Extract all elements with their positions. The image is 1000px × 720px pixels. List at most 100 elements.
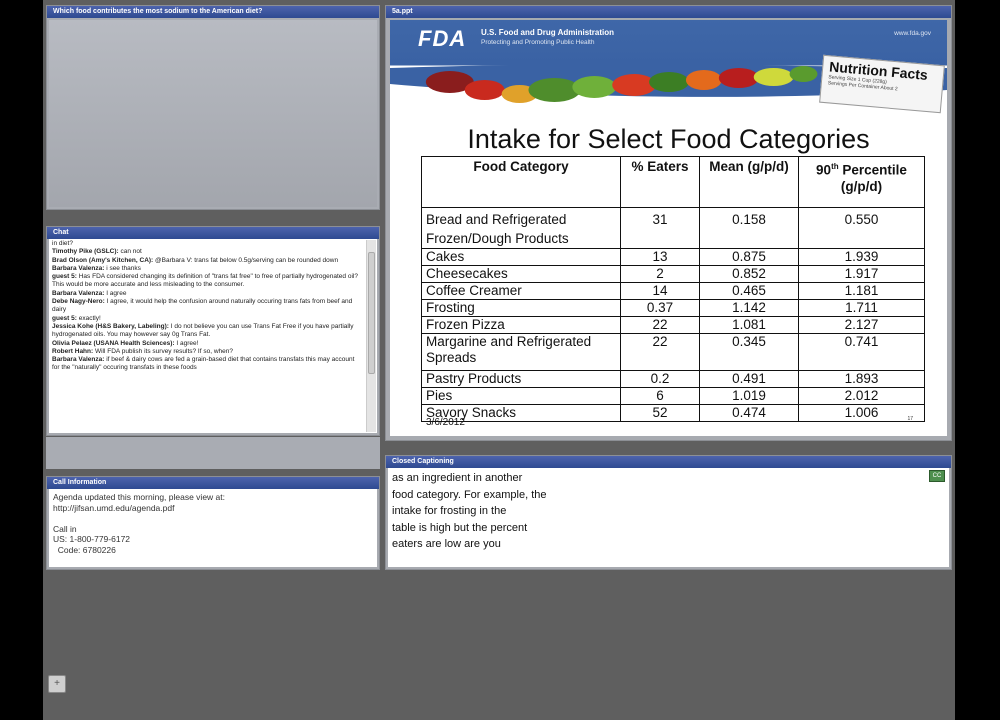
chat-message: guest 5: exactly! xyxy=(52,315,363,323)
cell-mean: 0.345 xyxy=(699,333,799,371)
table-row: Cheesecakes 2 0.852 1.917 xyxy=(421,265,925,283)
header-food-category: Food Category xyxy=(421,156,621,208)
header-percentile: 90th Percentile (g/p/d) xyxy=(798,156,925,208)
cell-eaters: 13 xyxy=(620,248,700,266)
slide: FDA U.S. Food and Drug Administration Pr… xyxy=(390,20,947,436)
cell-category: Bread and Refrigerated Frozen/Dough Prod… xyxy=(421,207,621,249)
chat-author: Barbara Valenza: xyxy=(52,289,105,297)
poll-pod: Which food contributes the most sodium t… xyxy=(46,5,380,210)
call-info-line: Call in xyxy=(53,523,77,534)
cell-eaters: 0.37 xyxy=(620,299,700,317)
table-row: Bread and Refrigerated Frozen/Dough Prod… xyxy=(421,207,925,249)
chat-message: guest 5: Has FDA considered changing its… xyxy=(52,273,363,290)
table-row: Frozen Pizza 22 1.081 2.127 xyxy=(421,316,925,334)
chat-message: Robert Hahn: Will FDA publish its survey… xyxy=(52,348,363,356)
fda-url: www.fda.gov xyxy=(894,30,931,37)
chat-text: Will FDA publish its survey results? If … xyxy=(93,347,233,355)
chat-scrollbar[interactable] xyxy=(366,240,376,432)
agenda-link[interactable]: http://jifsan.umd.edu/agenda.pdf xyxy=(53,503,373,514)
cell-eaters: 0.2 xyxy=(620,370,700,388)
slide-date: 3/6/2012 xyxy=(426,417,465,428)
slide-pod: 5a.ppt FDA U.S. Food and Drug Administra… xyxy=(385,5,952,441)
closed-captioning-pod: Closed Captioning as an ingredient in an… xyxy=(385,455,952,570)
caption-line: intake for frosting in the xyxy=(392,505,507,517)
slide-title: Intake for Select Food Categories xyxy=(467,124,870,154)
chat-author: Barbara Valenza: xyxy=(52,264,105,272)
cell-mean: 1.142 xyxy=(699,299,799,317)
caption-line: eaters are low are you xyxy=(392,538,501,550)
table-row: Frosting 0.37 1.142 1.711 xyxy=(421,299,925,317)
chat-text: exactly! xyxy=(76,314,101,322)
chat-message: Jessica Kohe (H&S Bakery, Labeling): I d… xyxy=(52,323,363,340)
fda-name: U.S. Food and Drug Administration xyxy=(481,28,615,37)
call-info-line: Agenda updated this morning, please view… xyxy=(53,492,226,502)
cell-mean: 0.852 xyxy=(699,265,799,283)
chat-author: Debe Nagy-Nero: xyxy=(52,298,105,306)
slide-header: FDA U.S. Food and Drug Administration Pr… xyxy=(390,20,947,118)
slide-pod-title: 5a.ppt xyxy=(386,6,951,18)
table-row: Savory Snacks 52 0.474 1.006 xyxy=(421,404,925,422)
chat-log[interactable]: in diet? Timothy Pike (GSLC): can not Brad… xyxy=(49,239,377,433)
chat-author: Olivia Pelaez (USANA Health Sciences): xyxy=(52,339,175,347)
cell-eaters: 22 xyxy=(620,333,700,371)
table-body: Bread and Refrigerated Frozen/Dough Prod… xyxy=(421,207,925,422)
cell-eaters: 14 xyxy=(620,282,700,300)
cell-category: Margarine and Refrigerated Spreads xyxy=(421,333,621,371)
table-row: Coffee Creamer 14 0.465 1.181 xyxy=(421,282,925,300)
cell-eaters: 6 xyxy=(620,387,700,405)
poll-body xyxy=(49,20,377,207)
table-row: Cakes 13 0.875 1.939 xyxy=(421,248,925,266)
chat-author: Jessica Kohe (H&S Bakery, Labeling): xyxy=(52,322,169,330)
cell-category: Pies xyxy=(421,387,621,405)
cell-mean: 0.465 xyxy=(699,282,799,300)
cell-eaters: 31 xyxy=(620,207,700,249)
captioning-body: as an ingredient in another food categor… xyxy=(388,468,949,567)
call-info-pod: Call Information Agenda updated this mor… xyxy=(46,476,380,570)
chat-text: @Barbara V: trans fat below 0.5g/serving… xyxy=(153,256,339,264)
plus-icon[interactable]: + xyxy=(48,675,66,693)
chat-message: Olivia Pelaez (USANA Health Sciences): I… xyxy=(52,340,363,348)
chat-text: i see thanks xyxy=(104,264,141,272)
captioning-title: Closed Captioning xyxy=(386,456,951,468)
cell-eaters: 52 xyxy=(620,404,700,422)
chat-author: Robert Hahn: xyxy=(52,347,94,355)
chat-text: in diet? xyxy=(52,240,73,247)
cc-button[interactable]: CC xyxy=(929,470,945,482)
cell-eaters: 22 xyxy=(620,316,700,334)
chat-message: Timothy Pike (GSLC): can not xyxy=(52,248,363,256)
cell-mean: 0.875 xyxy=(699,248,799,266)
cell-category: Pastry Products xyxy=(421,370,621,388)
cell-percentile: 2.127 xyxy=(798,316,925,334)
captioning-text: as an ingredient in another food categor… xyxy=(392,470,592,553)
header-eaters: % Eaters xyxy=(620,156,700,208)
cell-category: Coffee Creamer xyxy=(421,282,621,300)
caption-line: table is high but the percent xyxy=(392,521,528,534)
table-row: Pies 6 1.019 2.012 xyxy=(421,387,925,405)
fda-logo: FDA xyxy=(418,26,467,51)
cell-eaters: 2 xyxy=(620,265,700,283)
call-info-code: Code: 6780226 xyxy=(53,544,116,555)
chat-message: Debe Nagy-Nero: I agree, it would help t… xyxy=(52,298,363,315)
cell-mean: 0.474 xyxy=(699,404,799,422)
cell-mean: 0.158 xyxy=(699,207,799,249)
cell-mean: 1.019 xyxy=(699,387,799,405)
table-row: Margarine and Refrigerated Spreads 22 0.34… xyxy=(421,333,925,371)
chat-author: Barbara Valenza: xyxy=(52,356,105,364)
chat-scroll-thumb[interactable] xyxy=(368,252,375,374)
chat-message: in diet? xyxy=(52,240,363,248)
call-info-body: Agenda updated this morning, please view… xyxy=(49,489,377,567)
cell-category: Frozen Pizza xyxy=(421,316,621,334)
chat-input-area[interactable] xyxy=(46,437,380,469)
food-intake-table: Food Category % Eaters Mean (g/p/d) 90th… xyxy=(421,156,925,422)
chat-message: Brad Olson (Amy's Kitchen, CA): @Barbara… xyxy=(52,257,363,265)
chat-pod: Chat in diet? Timothy Pike (GSLC): can no… xyxy=(46,226,380,436)
chat-author: guest 5: xyxy=(52,314,77,322)
poll-title: Which food contributes the most sodium t… xyxy=(47,6,379,18)
call-info-phone: US: 1-800-779-6172 xyxy=(53,534,131,544)
chat-author: Brad Olson (Amy's Kitchen, CA): xyxy=(52,256,154,264)
cell-mean: 1.081 xyxy=(699,316,799,334)
call-info-title: Call Information xyxy=(47,477,379,489)
chat-messages: in diet? Timothy Pike (GSLC): can not Brad… xyxy=(52,240,363,373)
chat-text: I agree! xyxy=(174,339,199,347)
meeting-app: Which food contributes the most sodium t… xyxy=(43,0,955,720)
